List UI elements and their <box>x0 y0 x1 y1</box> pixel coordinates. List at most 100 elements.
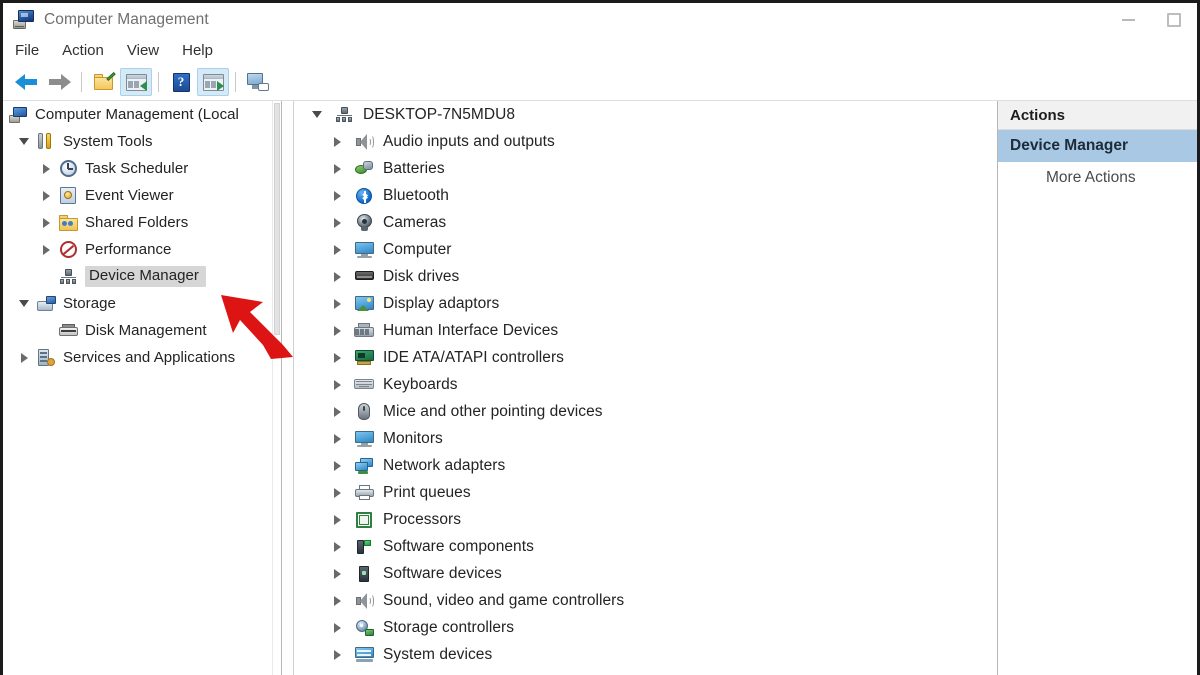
chevron-right-icon[interactable] <box>322 353 352 363</box>
chevron-right-icon[interactable] <box>322 488 352 498</box>
device-category-row[interactable]: Disk drives <box>294 263 997 290</box>
chevron-down-icon[interactable] <box>302 111 332 118</box>
chevron-down-icon[interactable] <box>13 138 35 145</box>
window-controls <box>1105 3 1197 36</box>
chevron-right-icon[interactable] <box>322 218 352 228</box>
chevron-right-icon[interactable] <box>322 272 352 282</box>
device-manager-icon <box>57 269 79 285</box>
help-button[interactable]: ? <box>165 68 197 96</box>
sidebar-item-system-tools[interactable]: System Tools <box>3 128 281 155</box>
chevron-right-icon[interactable] <box>35 164 57 174</box>
device-category-row[interactable]: Storage controllers <box>294 614 997 641</box>
chevron-right-icon[interactable] <box>35 218 57 228</box>
device-category-row[interactable]: Processors <box>294 506 997 533</box>
device-category-label: Disk drives <box>383 268 459 286</box>
device-category-row[interactable]: Cameras <box>294 209 997 236</box>
chevron-right-icon[interactable] <box>322 164 352 174</box>
sidebar-item-disk-management[interactable]: Disk Management <box>3 317 281 344</box>
sidebar-label: System Tools <box>63 133 153 150</box>
chevron-right-icon[interactable] <box>322 137 352 147</box>
disk-management-icon <box>57 324 79 338</box>
sidebar-item-task-scheduler[interactable]: Task Scheduler <box>3 155 281 182</box>
chevron-right-icon[interactable] <box>13 353 35 363</box>
display-adapter-icon <box>352 296 376 312</box>
device-category-row[interactable]: Mice and other pointing devices <box>294 398 997 425</box>
maximize-icon <box>1167 13 1181 27</box>
forward-button[interactable] <box>43 68 75 96</box>
device-category-row[interactable]: Software components <box>294 533 997 560</box>
chevron-right-icon[interactable] <box>322 569 352 579</box>
sidebar-item-shared-folders[interactable]: Shared Folders <box>3 209 281 236</box>
monitor-icon <box>352 431 376 447</box>
sidebar-item-performance[interactable]: Performance <box>3 236 281 263</box>
connect-to-another-computer-button[interactable] <box>242 68 274 96</box>
device-category-row[interactable]: Human Interface Devices <box>294 317 997 344</box>
maximize-button[interactable] <box>1151 3 1197 36</box>
battery-icon <box>352 161 376 177</box>
chevron-right-icon[interactable] <box>322 326 352 336</box>
computer-icon <box>352 242 376 258</box>
sidebar-label: Performance <box>85 241 171 258</box>
device-root-node[interactable]: DESKTOP-7N5MDU8 <box>294 101 997 128</box>
actions-item-device-manager[interactable]: Device Manager <box>998 130 1197 162</box>
chevron-right-icon[interactable] <box>35 191 57 201</box>
device-category-row[interactable]: Sound, video and game controllers <box>294 587 997 614</box>
computer-management-icon <box>13 10 35 30</box>
device-category-row[interactable]: Print queues <box>294 479 997 506</box>
chevron-right-icon[interactable] <box>322 434 352 444</box>
menu-action[interactable]: Action <box>62 42 104 59</box>
chevron-right-icon[interactable] <box>322 650 352 660</box>
chevron-right-icon[interactable] <box>322 623 352 633</box>
menu-view[interactable]: View <box>127 42 159 59</box>
device-category-row[interactable]: System devices <box>294 641 997 668</box>
chevron-right-icon[interactable] <box>322 191 352 201</box>
device-category-row[interactable]: Bluetooth <box>294 182 997 209</box>
device-category-row[interactable]: Computer <box>294 236 997 263</box>
menu-help[interactable]: Help <box>182 42 213 59</box>
show-hide-action-pane-button[interactable] <box>197 68 229 96</box>
device-category-label: Processors <box>383 511 461 529</box>
up-one-level-button[interactable] <box>88 68 120 96</box>
sidebar-item-storage[interactable]: Storage <box>3 290 281 317</box>
console-tree-pane: Computer Management (Local System Tools … <box>3 101 281 675</box>
actions-pane: Actions Device Manager More Actions <box>997 101 1197 675</box>
device-category-row[interactable]: Display adaptors <box>294 290 997 317</box>
device-category-label: Cameras <box>383 214 446 232</box>
sidebar-item-services-and-applications[interactable]: Services and Applications <box>3 344 281 371</box>
chevron-right-icon[interactable] <box>322 515 352 525</box>
show-hide-console-tree-button[interactable] <box>120 68 152 96</box>
main-body: Computer Management (Local System Tools … <box>3 101 1197 675</box>
chevron-right-icon[interactable] <box>322 542 352 552</box>
device-category-row[interactable]: Monitors <box>294 425 997 452</box>
device-category-row[interactable]: Software devices <box>294 560 997 587</box>
chevron-right-icon[interactable] <box>322 245 352 255</box>
chevron-right-icon[interactable] <box>35 245 57 255</box>
back-button[interactable] <box>11 68 43 96</box>
chevron-right-icon[interactable] <box>322 380 352 390</box>
device-category-row[interactable]: Network adapters <box>294 452 997 479</box>
device-category-row[interactable]: Audio inputs and outputs <box>294 128 997 155</box>
device-category-row[interactable]: IDE ATA/ATAPI controllers <box>294 344 997 371</box>
sidebar-item-event-viewer[interactable]: Event Viewer <box>3 182 281 209</box>
chevron-down-icon[interactable] <box>13 300 35 307</box>
tree-scrollbar-thumb[interactable] <box>274 103 280 335</box>
device-category-row[interactable]: Batteries <box>294 155 997 182</box>
system-tools-icon <box>35 133 57 150</box>
sidebar-label: Disk Management <box>85 322 207 339</box>
chevron-right-icon[interactable] <box>322 299 352 309</box>
window-title: Computer Management <box>44 11 209 29</box>
chevron-right-icon[interactable] <box>322 407 352 417</box>
menu-file[interactable]: File <box>15 42 39 59</box>
device-category-row[interactable]: Keyboards <box>294 371 997 398</box>
pane-divider[interactable] <box>281 101 294 675</box>
tree-scrollbar[interactable] <box>272 101 281 675</box>
mouse-icon <box>352 403 376 420</box>
minimize-button[interactable] <box>1105 3 1151 36</box>
device-category-label: Software devices <box>383 565 502 583</box>
sidebar-item-device-manager[interactable]: Device Manager <box>3 263 281 290</box>
camera-icon <box>352 214 376 231</box>
actions-item-more-actions[interactable]: More Actions <box>998 162 1197 193</box>
chevron-right-icon[interactable] <box>322 461 352 471</box>
chevron-right-icon[interactable] <box>322 596 352 606</box>
tree-root-computer-management[interactable]: Computer Management (Local <box>3 101 281 128</box>
